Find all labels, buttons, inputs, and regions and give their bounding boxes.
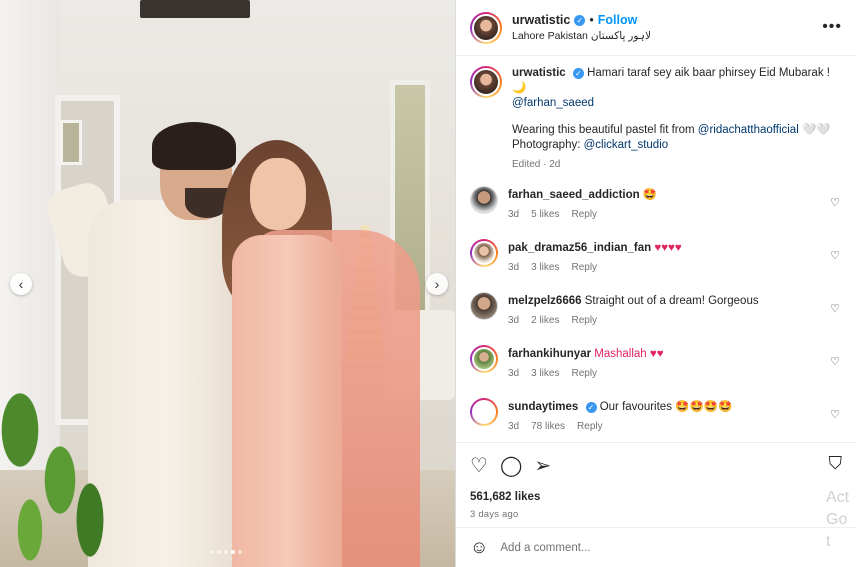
- reply-button[interactable]: Reply: [571, 262, 597, 273]
- comment-text: Our favourites 🤩🤩🤩🤩: [599, 401, 733, 413]
- like-comment-icon[interactable]: ♡: [830, 355, 840, 368]
- commenter-avatar[interactable]: [470, 398, 498, 426]
- comment-item: melzpelz6666 Straight out of a dream! Go…: [470, 292, 842, 345]
- carousel-dots: [210, 550, 242, 554]
- comment-text: Straight out of a dream! Gorgeous: [584, 295, 759, 307]
- comment-time: 3d: [508, 209, 520, 220]
- carousel-dot: [238, 550, 242, 554]
- comments-list[interactable]: urwatistic ✓ Hamari taraf sey aik baar p…: [456, 56, 856, 442]
- add-comment-input[interactable]: [500, 541, 761, 554]
- reply-button[interactable]: Reply: [577, 421, 603, 432]
- post-caption: urwatistic ✓ Hamari taraf sey aik baar p…: [470, 66, 842, 172]
- photo-woman-face: [250, 158, 306, 230]
- comment-username[interactable]: farhan_saeed_addiction: [508, 189, 640, 201]
- photo-window: [60, 120, 82, 165]
- carousel-dot-active: [231, 550, 235, 554]
- comment-item: farhan_saeed_addiction 🤩 3d 5 likes Reply …: [470, 186, 842, 239]
- comment-icon[interactable]: ◯: [500, 453, 522, 478]
- watermark-line2: Go t: [826, 511, 848, 550]
- carousel-dot: [217, 550, 221, 554]
- add-comment-bar: ☺: [456, 527, 856, 567]
- comment-username[interactable]: farhankihunyar: [508, 348, 591, 360]
- comment-username[interactable]: pak_dramaz56_indian_fan: [508, 242, 651, 254]
- activation-watermark: Act Go t: [826, 487, 856, 553]
- mention-link[interactable]: @clickart_studio: [584, 139, 669, 151]
- verified-icon: ✓: [572, 68, 584, 79]
- comment-time: 3d: [508, 262, 520, 273]
- comment-text: 🤩: [642, 189, 658, 201]
- reply-button[interactable]: Reply: [571, 315, 597, 326]
- comment-likes[interactable]: 5 likes: [531, 209, 559, 220]
- carousel-dot: [224, 550, 228, 554]
- comment-likes[interactable]: 2 likes: [531, 315, 559, 326]
- comment-username[interactable]: sundaytimes: [508, 401, 578, 413]
- more-icon[interactable]: •••: [822, 18, 842, 36]
- commenter-avatar[interactable]: [470, 345, 498, 373]
- comment-item: farhankihunyar Mashallah ♥♥ 3d 3 likes Rep…: [470, 345, 842, 398]
- post-side-panel: urwatistic ✓ • Follow Lahore Pakistan لا…: [455, 0, 856, 567]
- comment-time: 3d: [508, 421, 520, 432]
- emoji-icon[interactable]: ☺: [470, 537, 488, 558]
- reply-button[interactable]: Reply: [571, 209, 597, 220]
- comment-username[interactable]: melzpelz6666: [508, 295, 582, 307]
- likes-count[interactable]: 561,682 likes: [470, 491, 842, 503]
- comment-time: 3d: [508, 315, 520, 326]
- comment-item: sundaytimes ✓ Our favourites 🤩🤩🤩🤩 3d 78 l…: [470, 398, 842, 442]
- watermark-line1: Act: [826, 489, 850, 506]
- verified-icon: ✓: [585, 402, 597, 413]
- commenter-avatar[interactable]: [470, 239, 498, 267]
- author-avatar[interactable]: [470, 11, 502, 44]
- caption-avatar[interactable]: [470, 66, 502, 98]
- comment-text: ♥♥♥♥: [654, 242, 682, 254]
- posted-time[interactable]: 3 days ago: [470, 509, 842, 520]
- carousel-dot: [210, 550, 214, 554]
- comment-likes[interactable]: 78 likes: [531, 421, 565, 432]
- mention-link[interactable]: @farhan_saeed: [512, 97, 594, 109]
- verified-icon: ✓: [574, 14, 586, 26]
- caption-line3: Photography:: [512, 139, 584, 151]
- comment-likes[interactable]: 3 likes: [531, 368, 559, 379]
- reply-button[interactable]: Reply: [571, 368, 597, 379]
- carousel-prev-button[interactable]: ‹: [10, 273, 32, 295]
- commenter-avatar[interactable]: [470, 186, 498, 214]
- photo-man-hair: [152, 122, 236, 170]
- like-comment-icon[interactable]: ♡: [830, 302, 840, 315]
- like-comment-icon[interactable]: ♡: [830, 249, 840, 262]
- comment-likes[interactable]: 3 likes: [531, 262, 559, 273]
- mention-link[interactable]: @ridachatthaofficial: [698, 124, 799, 136]
- author-username[interactable]: urwatistic: [512, 13, 570, 27]
- post-photo[interactable]: ‹ ›: [0, 0, 455, 567]
- commenter-avatar[interactable]: [470, 292, 498, 320]
- like-comment-icon[interactable]: ♡: [830, 196, 840, 209]
- comment-time: 3d: [508, 368, 520, 379]
- photo-plant: [0, 310, 120, 567]
- comment-text: Mashallah ♥♥: [594, 348, 664, 360]
- carousel-next-button[interactable]: ›: [426, 273, 448, 295]
- photo-woman: [232, 235, 342, 567]
- photo-beam: [140, 0, 250, 18]
- follow-button[interactable]: Follow: [598, 13, 638, 27]
- share-icon[interactable]: ➢: [534, 453, 551, 478]
- separator-bullet: •: [589, 13, 594, 27]
- caption-meta: Edited · 2d: [512, 159, 561, 170]
- bookmark-icon[interactable]: ⛉: [829, 453, 843, 474]
- post-location[interactable]: Lahore Pakistan لاہور پاکستان: [512, 30, 651, 42]
- caption-line2-suffix: 🤍🤍: [798, 124, 831, 136]
- heart-icon[interactable]: ♡: [470, 453, 488, 478]
- post-header: urwatistic ✓ • Follow Lahore Pakistan لا…: [456, 0, 856, 56]
- comment-item: pak_dramaz56_indian_fan ♥♥♥♥ 3d 3 likes Re…: [470, 239, 842, 292]
- like-comment-icon[interactable]: ♡: [830, 408, 840, 421]
- caption-line2: Wearing this beautiful pastel fit from: [512, 124, 698, 136]
- caption-username[interactable]: urwatistic: [512, 67, 566, 79]
